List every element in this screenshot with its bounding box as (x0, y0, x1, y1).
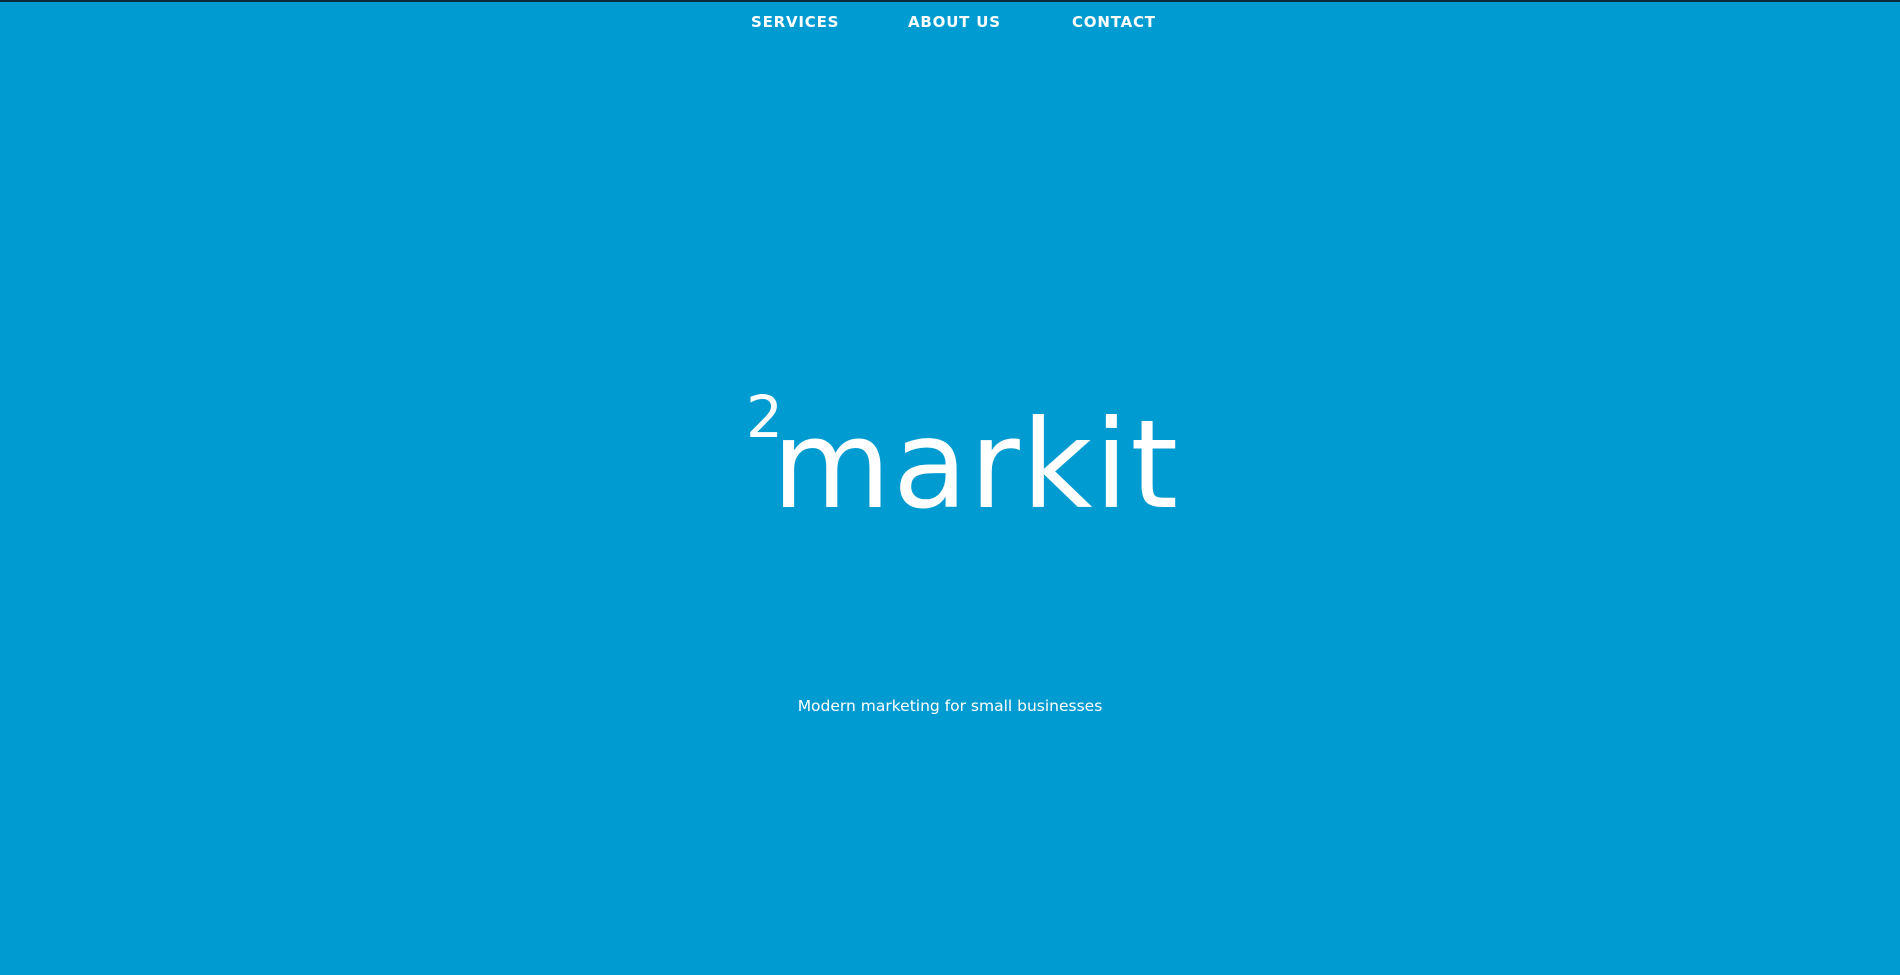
tagline: Modern marketing for small businesses (797, 697, 1103, 715)
nav-link-services[interactable]: SERVICES (751, 12, 839, 32)
nav-link-about-us[interactable]: ABOUT US (908, 12, 1001, 32)
logo-wordmark: markit (772, 394, 1181, 536)
top-border (0, 0, 1900, 2)
nav-link-contact[interactable]: CONTACT (1072, 12, 1156, 32)
main-nav: SERVICES ABOUT US CONTACT (0, 12, 1900, 34)
logo: 2 markit (742, 388, 1178, 528)
